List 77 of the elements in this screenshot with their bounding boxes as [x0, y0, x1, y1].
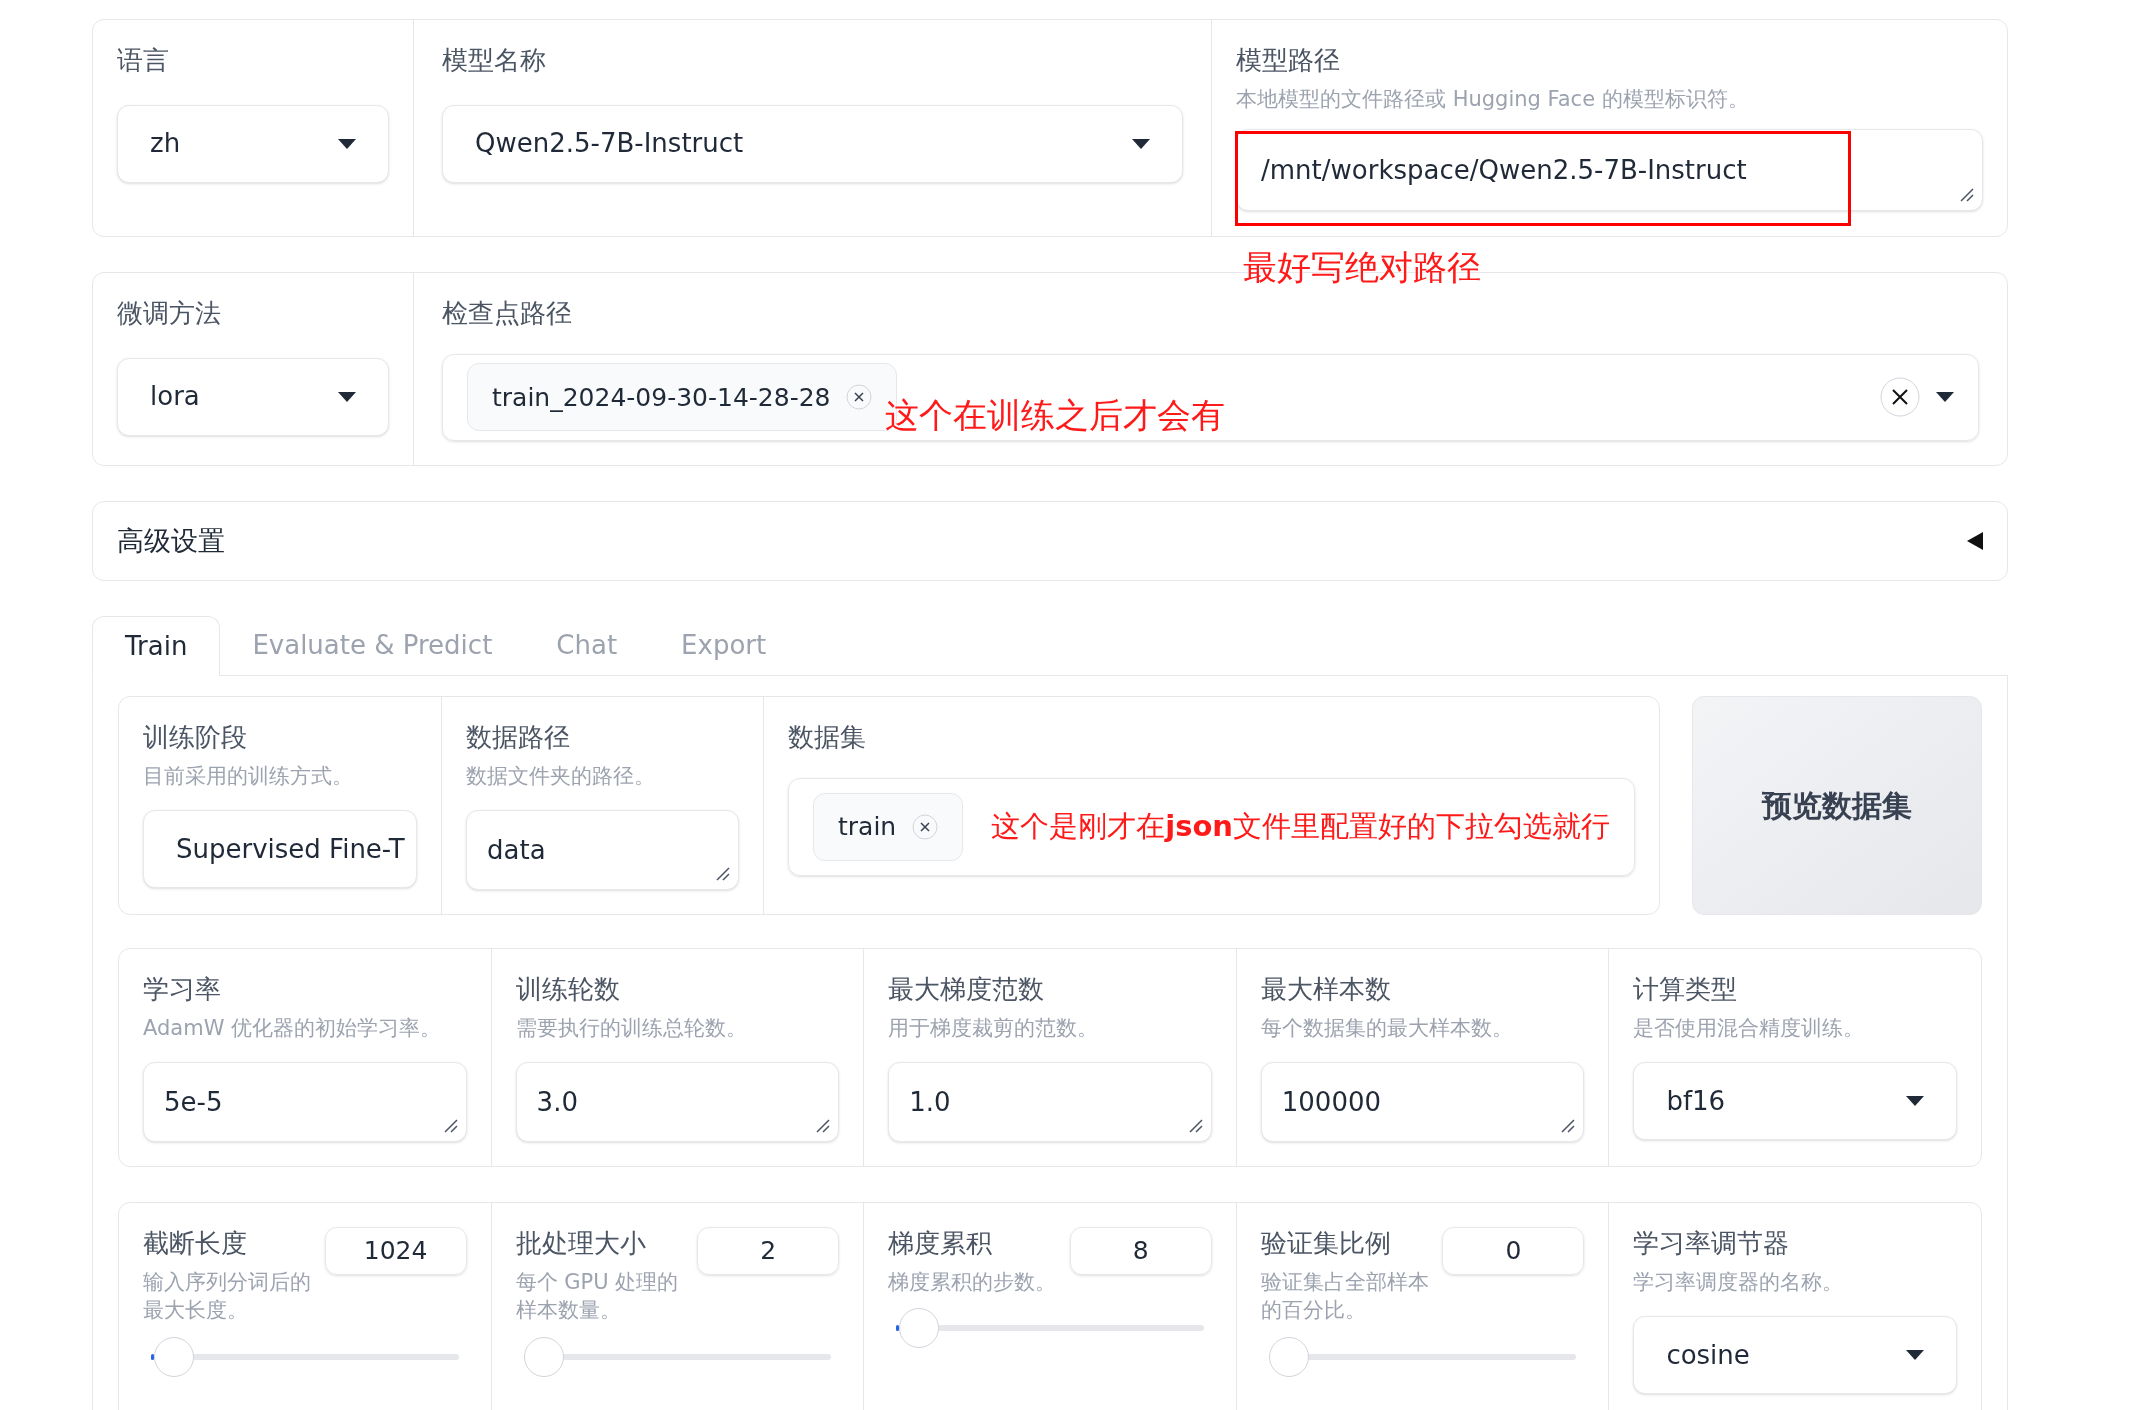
dropdown-field[interactable]: bf16 [1633, 1062, 1957, 1141]
tag-label: train [838, 810, 897, 843]
field-label: 截断长度 [143, 1227, 248, 1260]
field-label: 梯度累积 [888, 1227, 994, 1260]
field-hint: 本地模型的文件路径或 Hugging Face 的模型标识符。 [1236, 85, 1750, 113]
multiselect-field[interactable]: train 这个是刚才在json文件里配置好的下拉勾选就行 [788, 777, 1635, 876]
text-field[interactable]: 100000 [1260, 1062, 1585, 1142]
field-label: 最大样本数 [1260, 973, 1392, 1006]
slider-track[interactable] [1268, 1337, 1577, 1378]
field-hint: 学习率调度器的名称。 [1633, 1268, 1845, 1296]
tab[interactable]: Train [92, 616, 221, 676]
dropdown-field[interactable]: Supervised Fine-T [143, 810, 417, 889]
number-field[interactable]: 8 [1069, 1227, 1212, 1275]
text-field[interactable]: 3.0 [515, 1062, 840, 1142]
field-label: 检查点路径 [442, 297, 573, 330]
field-label: 验证集比例 [1260, 1227, 1392, 1260]
text-field[interactable]: data [466, 810, 739, 890]
field-label: 模型名称 [442, 44, 547, 77]
dropdown-field[interactable]: lora [117, 357, 389, 436]
field-hint: 需要执行的训练总轮数。 [515, 1014, 748, 1042]
field-hint: 输入序列分词后的最大长度。 [143, 1268, 312, 1325]
resize-handle-icon [1960, 188, 1974, 203]
resize-handle-icon [1561, 1119, 1576, 1133]
number-field[interactable]: 0 [1442, 1227, 1585, 1275]
field-label: 学习率调节器 [1633, 1227, 1791, 1260]
number-field[interactable]: 1024 [324, 1227, 467, 1275]
dropdown-caret-icon [338, 138, 356, 149]
text-field[interactable]: 5e-5 [143, 1062, 467, 1142]
slider-track[interactable] [523, 1337, 832, 1378]
dropdown-field[interactable]: Qwen2.5-7B-Instruct [442, 104, 1183, 183]
field-label: 批处理大小 [515, 1227, 647, 1260]
annotation-note: 这个是刚才在json文件里配置好的下拉勾选就行 [991, 807, 1610, 845]
field-label: 微调方法 [117, 297, 222, 330]
tag-chip[interactable]: train [813, 792, 964, 861]
text-field[interactable]: 1.0 [888, 1062, 1212, 1142]
field-label: 训练轮数 [515, 973, 621, 1006]
field-hint: 用于梯度裁剪的范数。 [888, 1014, 1100, 1042]
field-hint: 是否使用混合精度训练。 [1633, 1014, 1866, 1042]
dropdown-caret-icon [1936, 392, 1954, 403]
tag-label: train_2024-09-30-14-28-28 [492, 381, 831, 414]
field-label: 学习率 [143, 973, 222, 1006]
dropdown-caret-icon [1132, 138, 1150, 149]
field-hint: 验证集占全部样本的百分比。 [1260, 1268, 1430, 1325]
field-hint: 数据文件夹的路径。 [466, 762, 656, 790]
field-hint: 目前采用的训练方式。 [143, 762, 354, 790]
resize-handle-icon [716, 867, 730, 881]
field-hint: 梯度累积的步数。 [888, 1268, 1058, 1296]
preview-dataset-button[interactable]: 预览数据集 [1692, 696, 1982, 915]
field-label: 计算类型 [1633, 973, 1739, 1006]
annotation-note: 最好写绝对路径 [1243, 246, 1481, 289]
field-label: 数据路径 [466, 721, 571, 754]
close-icon[interactable] [846, 384, 873, 411]
field-label: 最大梯度范数 [888, 973, 1046, 1006]
text-field[interactable]: /mnt/workspace/Qwen2.5-7B-Instruct [1236, 129, 1983, 212]
number-field[interactable]: 2 [697, 1227, 840, 1275]
dropdown-field[interactable]: cosine [1633, 1316, 1957, 1395]
field-label: 数据集 [788, 721, 867, 754]
field-hint: 每个数据集的最大样本数。 [1260, 1014, 1514, 1042]
field-label: 语言 [117, 44, 170, 77]
accordion-title: 高级设置 [117, 523, 225, 558]
collapse-triangle-icon [1965, 532, 1983, 550]
clear-icon[interactable] [1880, 377, 1920, 418]
resize-handle-icon [443, 1119, 458, 1133]
resize-handle-icon [1188, 1119, 1203, 1133]
resize-handle-icon [816, 1119, 831, 1133]
dropdown-caret-icon [1905, 1350, 1924, 1361]
field-label: 训练阶段 [143, 721, 248, 754]
close-icon[interactable] [912, 813, 939, 840]
field-hint: 每个 GPU 处理的样本数量。 [515, 1268, 680, 1325]
slider-track[interactable] [896, 1308, 1204, 1349]
dropdown-caret-icon [1905, 1096, 1924, 1107]
dropdown-field[interactable]: zh [117, 104, 389, 183]
accordion-header[interactable]: 高级设置 [92, 501, 2008, 581]
dropdown-caret-icon [338, 391, 356, 402]
field-hint: AdamW 优化器的初始学习率。 [143, 1014, 443, 1042]
field-label: 模型路径 [1236, 44, 1341, 77]
slider-track[interactable] [151, 1337, 459, 1378]
